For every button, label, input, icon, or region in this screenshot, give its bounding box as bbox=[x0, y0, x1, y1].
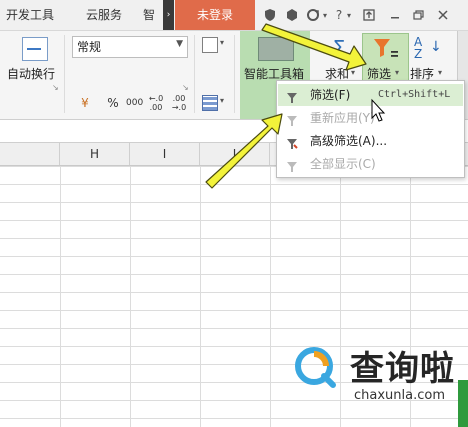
sort-arrow-icon: ↓ bbox=[430, 39, 442, 55]
hexagon-icon[interactable] bbox=[285, 8, 299, 22]
menu-item-filter[interactable]: 筛选(F) Ctrl+Shift+L bbox=[278, 84, 463, 106]
group-divider bbox=[64, 35, 65, 113]
wrap-text-icon[interactable] bbox=[22, 37, 48, 61]
show-all-icon bbox=[286, 158, 298, 172]
sum-icon[interactable]: Σ bbox=[328, 37, 350, 59]
thousands-separator-icon[interactable]: 000 bbox=[126, 94, 143, 112]
menu-item-advanced-filter[interactable]: 高级筛选(A)... bbox=[278, 130, 463, 152]
filter-funnel-icon[interactable] bbox=[370, 37, 400, 59]
restore-icon[interactable] bbox=[411, 8, 425, 22]
group-divider bbox=[234, 35, 235, 113]
menu-item-label: 高级筛选(A)... bbox=[310, 134, 388, 148]
tab-cloud-services[interactable]: 云服务 bbox=[86, 0, 122, 30]
toolbox-icon[interactable] bbox=[258, 37, 294, 61]
chevron-down-icon[interactable]: ▾ bbox=[320, 9, 330, 23]
close-icon[interactable] bbox=[436, 8, 450, 22]
top-tab-bar: 开发工具 云服务 智能 › 未登录 ▾ ? ▾ bbox=[0, 0, 468, 31]
chevron-down-icon[interactable]: ▾ bbox=[438, 68, 442, 77]
menu-item-label: 重新应用(Y) bbox=[310, 111, 375, 125]
conditional-format-icon[interactable] bbox=[202, 37, 218, 53]
number-format-select[interactable]: 常规 ▼ bbox=[72, 36, 188, 58]
advanced-filter-icon bbox=[286, 135, 298, 149]
increase-decimal-icon[interactable]: ←.0 .00 bbox=[147, 94, 165, 112]
menu-item-reapply[interactable]: 重新应用(Y) bbox=[278, 107, 463, 129]
tab-developer-tools[interactable]: 开发工具 bbox=[6, 0, 54, 30]
column-header-j[interactable]: J bbox=[200, 143, 270, 165]
minimize-icon[interactable] bbox=[388, 8, 402, 22]
menu-item-shortcut: Ctrl+Shift+L bbox=[378, 89, 451, 100]
chevron-down-icon[interactable]: ▾ bbox=[395, 68, 399, 77]
login-button[interactable]: 未登录 bbox=[175, 0, 255, 30]
table-style-icon[interactable] bbox=[202, 95, 218, 111]
reapply-icon bbox=[286, 112, 298, 126]
dialog-launcher-icon[interactable]: ↘ bbox=[52, 83, 59, 92]
column-header-h[interactable]: H bbox=[60, 143, 130, 165]
number-format-value: 常规 bbox=[77, 40, 102, 54]
menu-item-label: 全部显示(C) bbox=[310, 157, 376, 171]
column-header-prev[interactable] bbox=[0, 143, 60, 165]
share-icon[interactable] bbox=[362, 8, 376, 22]
dialog-launcher-icon[interactable]: ↘ bbox=[182, 83, 189, 92]
sync-icon[interactable] bbox=[306, 8, 320, 22]
filter-icon bbox=[286, 89, 298, 103]
chevron-down-icon: ▼ bbox=[176, 39, 183, 49]
chevron-down-icon[interactable]: ▾ bbox=[220, 96, 224, 105]
filter-dropdown-menu: 筛选(F) Ctrl+Shift+L 重新应用(Y) 高级筛选(A)... 全部… bbox=[276, 80, 465, 178]
watermark-url: chaxunla.com bbox=[354, 388, 445, 403]
currency-format-icon[interactable]: ¥ bbox=[74, 94, 96, 112]
group-divider bbox=[194, 35, 195, 113]
decrease-decimal-icon[interactable]: .00 →.0 bbox=[170, 94, 188, 112]
watermark-title: 查询啦 bbox=[350, 349, 455, 389]
column-header-i[interactable]: I bbox=[130, 143, 200, 165]
wrap-text-button[interactable]: 自动换行 bbox=[7, 65, 55, 82]
chevron-down-icon[interactable]: ▾ bbox=[344, 9, 354, 23]
menu-item-show-all[interactable]: 全部显示(C) bbox=[278, 153, 463, 175]
percent-format-icon[interactable]: % bbox=[106, 94, 120, 112]
side-panel-tab[interactable] bbox=[458, 380, 468, 427]
menu-item-label: 筛选(F) bbox=[310, 88, 351, 102]
chevron-down-icon[interactable]: ▾ bbox=[351, 68, 355, 77]
watermark-logo-icon bbox=[294, 346, 336, 388]
tab-smart[interactable]: 智能 bbox=[143, 0, 163, 30]
shield-icon[interactable] bbox=[263, 8, 277, 22]
tab-scroll-right-icon[interactable]: › bbox=[163, 0, 174, 30]
chevron-down-icon[interactable]: ▾ bbox=[220, 38, 224, 47]
